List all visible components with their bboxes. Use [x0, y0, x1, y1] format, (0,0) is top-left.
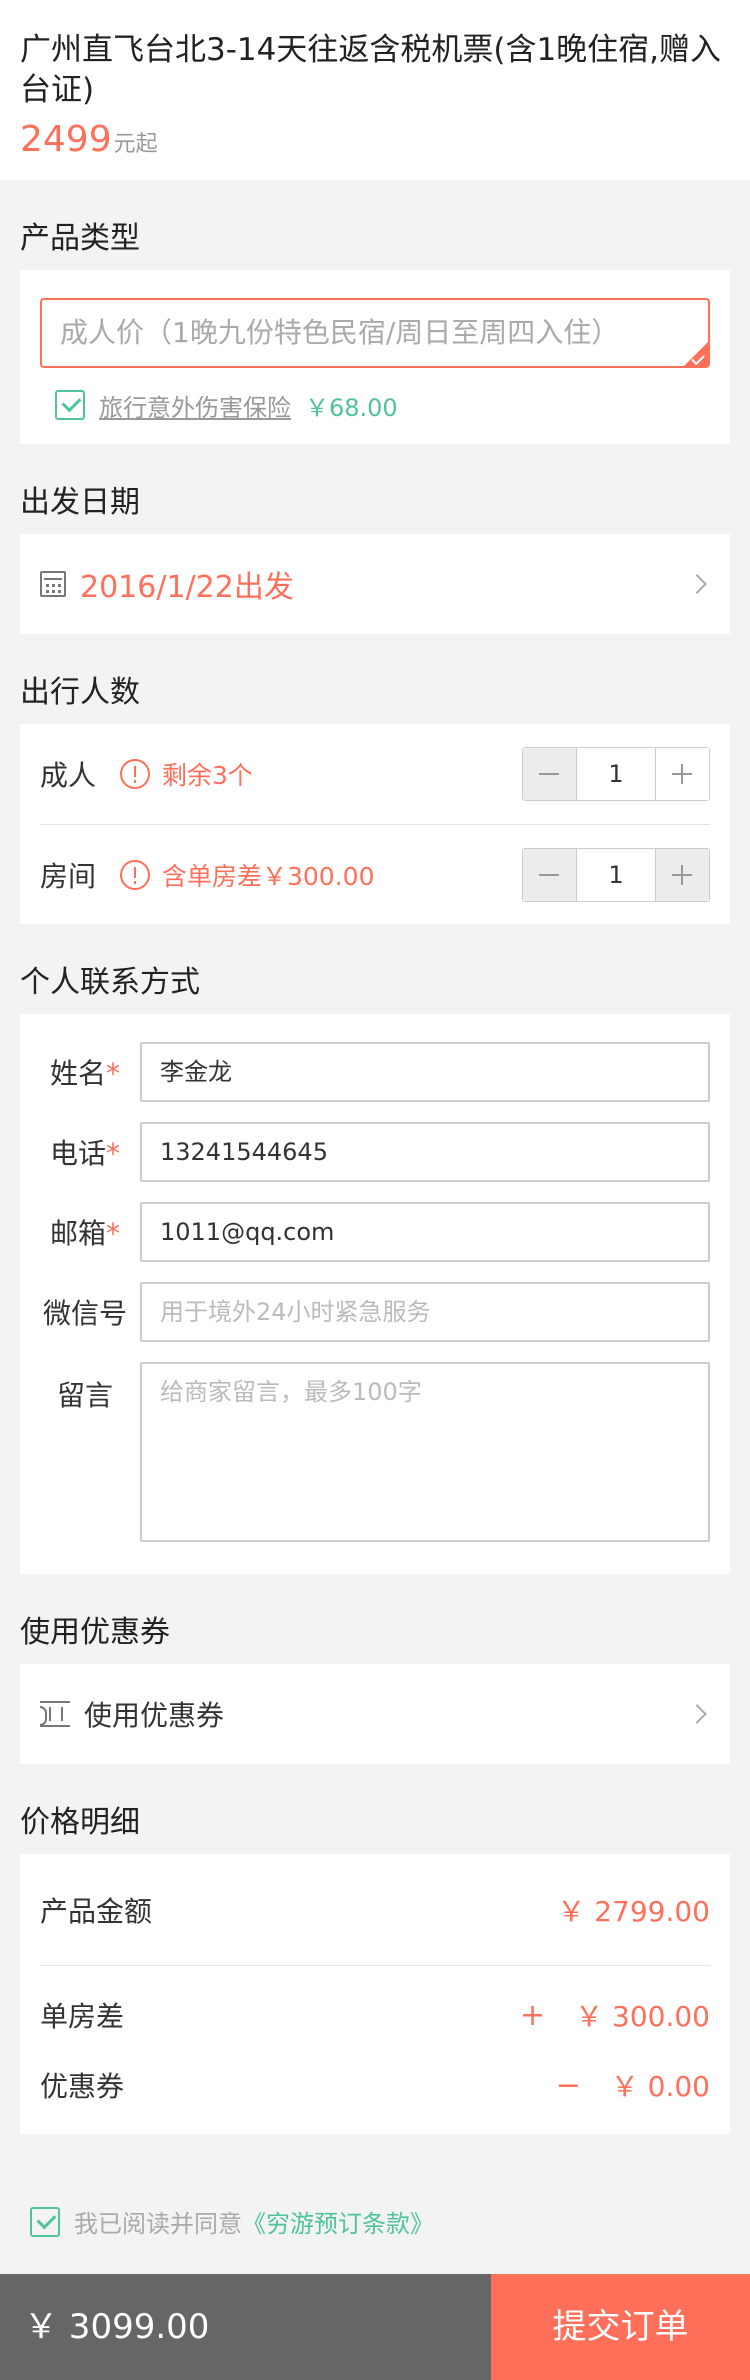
required-mark: *: [106, 1057, 120, 1090]
room-surcharge-note: 含单房差￥300.00: [162, 861, 375, 891]
insurance-price: ￥68.00: [305, 393, 398, 422]
chevron-right-icon: [687, 574, 707, 594]
warning-icon: [120, 859, 150, 890]
adult-row: 成人 剩余3个 1: [40, 724, 710, 824]
section-title-departure-date: 出发日期: [20, 485, 140, 520]
required-mark: *: [106, 1137, 120, 1170]
message-textarea[interactable]: 给商家留言，最多100字: [140, 1362, 710, 1542]
product-amount-label: 产品金额: [40, 1894, 153, 1928]
agreement-text: 我已阅读并同意: [74, 2210, 242, 2238]
section-title-coupon: 使用优惠券: [20, 1615, 170, 1650]
submit-order-button[interactable]: 提交订单: [491, 2274, 750, 2380]
product-header: 广州直飞台北3-14天往返含税机票(含1晚住宿,赠入台证) 2499元起: [0, 0, 750, 180]
coupon-ticket-icon: [40, 1701, 70, 1727]
agreement-row: 我已阅读并同意 《穷游预订条款》: [30, 2204, 434, 2239]
product-title: 广州直飞台北3-14天往返含税机票(含1晚住宿,赠入台证): [20, 32, 722, 108]
travelers-card: 成人 剩余3个 1 房间 含单房差￥300.00 1: [20, 724, 730, 924]
room-count[interactable]: 1: [576, 848, 656, 901]
coupon-discount-label: 优惠券: [40, 2070, 125, 2103]
calendar-icon: [40, 571, 66, 597]
insurance-checkbox[interactable]: [55, 390, 85, 420]
product-amount-value: ￥ 2799.00: [557, 1894, 710, 1928]
adult-remaining-note: 剩余3个: [162, 761, 253, 790]
price-suffix: 元起: [113, 132, 158, 157]
plus-sign: +: [519, 1997, 546, 2033]
coupon-discount-value: ￥ 0.00: [610, 2070, 710, 2103]
name-row: 姓名* 李金龙: [30, 1042, 710, 1102]
adult-minus-button[interactable]: [523, 748, 576, 800]
phone-label: 电话*: [30, 1132, 140, 1172]
single-room-row: 单房差 + ￥ 300.00: [40, 1980, 710, 2050]
single-room-value: ￥ 300.00: [575, 2000, 710, 2033]
name-label: 姓名*: [30, 1052, 140, 1092]
departure-date-selector[interactable]: 2016/1/22出发: [20, 534, 730, 634]
insurance-name-link[interactable]: 旅行意外伤害保险: [99, 388, 291, 423]
order-footer: ￥ 3099.00 提交订单: [0, 2274, 750, 2380]
email-row: 邮箱* 1011@qq.com: [30, 1202, 710, 1262]
adult-quantity-stepper: 1: [522, 747, 710, 801]
wechat-row: 微信号 用于境外24小时紧急服务: [30, 1282, 710, 1342]
product-price: 2499元起: [20, 118, 730, 167]
wechat-label: 微信号: [42, 1297, 127, 1330]
single-room-label: 单房差: [40, 2000, 125, 2033]
name-input[interactable]: 李金龙: [140, 1042, 710, 1102]
room-minus-button[interactable]: [523, 848, 576, 901]
order-total: ￥ 3099.00: [0, 2274, 491, 2380]
product-type-option[interactable]: 成人价（1晚九份特色民宿/周日至周四入住）: [40, 298, 710, 368]
product-type-label: 成人价（1晚九份特色民宿/周日至周四入住）: [60, 316, 620, 349]
phone-row: 电话* 13241544645: [30, 1122, 710, 1182]
wechat-input[interactable]: 用于境外24小时紧急服务: [140, 1282, 710, 1342]
phone-label-text: 电话: [49, 1137, 106, 1170]
room-row: 房间 含单房差￥300.00 1: [40, 824, 710, 924]
section-title-contact: 个人联系方式: [20, 965, 200, 1000]
insurance-option[interactable]: 旅行意外伤害保险 ￥68.00: [40, 388, 710, 422]
section-title-price-detail: 价格明细: [20, 1805, 140, 1840]
price-detail-card: 产品金额 ￥ 2799.00 单房差 + ￥ 300.00 优惠券 − ￥ 0.…: [20, 1854, 730, 2134]
price-value: 2499: [20, 119, 112, 160]
required-mark: *: [106, 1217, 120, 1250]
contact-card: 姓名* 李金龙 电话* 13241544645 邮箱* 1011@qq.com …: [20, 1014, 730, 1574]
adult-label: 成人: [40, 759, 97, 792]
section-title-product-type: 产品类型: [20, 221, 140, 256]
agreement-checkbox[interactable]: [30, 2206, 60, 2237]
section-title-travelers: 出行人数: [20, 675, 140, 710]
room-quantity-stepper: 1: [522, 847, 710, 902]
email-label-text: 邮箱: [49, 1217, 106, 1250]
message-label: 留言: [56, 1379, 113, 1412]
room-plus-button[interactable]: [656, 848, 709, 901]
warning-icon: [120, 759, 150, 789]
product-type-card: 成人价（1晚九份特色民宿/周日至周四入住） 旅行意外伤害保险 ￥68.00: [20, 270, 730, 444]
message-row: 留言 给商家留言，最多100字: [30, 1362, 710, 1542]
adult-count[interactable]: 1: [576, 748, 656, 800]
coupon-discount-row: 优惠券 − ￥ 0.00: [40, 2050, 710, 2120]
terms-link[interactable]: 《穷游预订条款》: [242, 2204, 434, 2239]
name-label-text: 姓名: [49, 1057, 106, 1090]
email-label: 邮箱*: [30, 1212, 140, 1252]
product-amount-row: 产品金额 ￥ 2799.00: [40, 1854, 710, 1966]
adult-plus-button[interactable]: [656, 748, 709, 800]
phone-input[interactable]: 13241544645: [140, 1122, 710, 1182]
email-input[interactable]: 1011@qq.com: [140, 1202, 710, 1262]
minus-sign: −: [555, 2067, 581, 2103]
room-label: 房间: [40, 859, 97, 893]
coupon-selector[interactable]: 使用优惠券: [20, 1664, 730, 1764]
selected-check-icon: [684, 342, 708, 366]
coupon-label: 使用优惠券: [84, 1699, 225, 1732]
departure-date-value: 2016/1/22出发: [80, 570, 294, 605]
chevron-right-icon: [687, 1704, 707, 1724]
